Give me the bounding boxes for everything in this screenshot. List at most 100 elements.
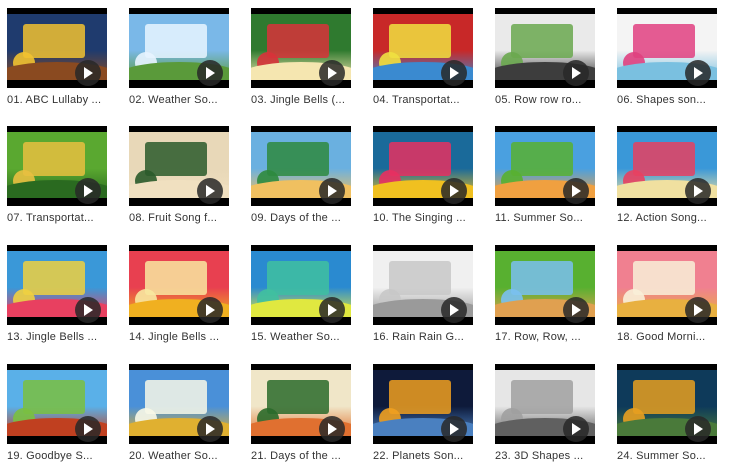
play-icon[interactable] <box>319 178 345 204</box>
video-title[interactable]: 24. Summer So... <box>617 450 725 462</box>
video-thumbnail[interactable] <box>129 126 229 206</box>
video-thumbnail[interactable] <box>251 126 351 206</box>
video-thumbnail[interactable] <box>129 245 229 325</box>
video-tile[interactable]: 11. Summer So... <box>495 126 595 231</box>
video-thumbnail[interactable] <box>7 245 107 325</box>
video-tile[interactable]: 21. Days of the ... <box>251 364 351 469</box>
video-title[interactable]: 17. Row, Row, ... <box>495 331 603 343</box>
video-title[interactable]: 07. Transportat... <box>7 212 115 224</box>
video-tile[interactable]: 08. Fruit Song f... <box>129 126 229 231</box>
video-title[interactable]: 20. Weather So... <box>129 450 237 462</box>
video-tile[interactable]: 16. Rain Rain G... <box>373 245 473 350</box>
video-title[interactable]: 11. Summer So... <box>495 212 603 224</box>
video-title[interactable]: 05. Row row ro... <box>495 94 603 106</box>
play-icon[interactable] <box>197 60 223 86</box>
video-tile[interactable]: 05. Row row ro... <box>495 8 595 113</box>
video-tile[interactable]: 22. Planets Son... <box>373 364 473 469</box>
video-tile[interactable]: 15. Weather So... <box>251 245 351 350</box>
video-tile[interactable]: 07. Transportat... <box>7 126 107 231</box>
play-icon[interactable] <box>75 178 101 204</box>
video-thumbnail[interactable] <box>251 8 351 88</box>
play-icon[interactable] <box>563 416 589 442</box>
video-thumbnail[interactable] <box>495 364 595 444</box>
video-title[interactable]: 13. Jingle Bells ... <box>7 331 115 343</box>
video-tile[interactable]: 18. Good Morni... <box>617 245 717 350</box>
video-thumbnail[interactable] <box>617 364 717 444</box>
video-tile[interactable]: 09. Days of the ... <box>251 126 351 231</box>
video-tile[interactable]: 24. Summer So... <box>617 364 717 469</box>
play-icon[interactable] <box>685 178 711 204</box>
thumbnail-scene-panel <box>145 142 207 176</box>
video-thumbnail[interactable] <box>617 126 717 206</box>
video-title[interactable]: 08. Fruit Song f... <box>129 212 237 224</box>
video-title[interactable]: 19. Goodbye S... <box>7 450 115 462</box>
video-title[interactable]: 03. Jingle Bells (... <box>251 94 359 106</box>
video-title[interactable]: 23. 3D Shapes ... <box>495 450 603 462</box>
play-icon[interactable] <box>75 416 101 442</box>
video-title[interactable]: 04. Transportat... <box>373 94 481 106</box>
video-title[interactable]: 12. Action Song... <box>617 212 725 224</box>
video-tile[interactable]: 03. Jingle Bells (... <box>251 8 351 113</box>
video-thumbnail[interactable] <box>495 126 595 206</box>
play-icon[interactable] <box>685 60 711 86</box>
play-icon[interactable] <box>75 60 101 86</box>
video-tile[interactable]: 02. Weather So... <box>129 8 229 113</box>
thumbnail-scene-panel <box>267 142 329 176</box>
play-icon[interactable] <box>319 60 345 86</box>
video-title[interactable]: 01. ABC Lullaby ... <box>7 94 115 106</box>
video-thumbnail[interactable] <box>7 364 107 444</box>
video-tile[interactable]: 17. Row, Row, ... <box>495 245 595 350</box>
play-icon[interactable] <box>75 297 101 323</box>
play-icon[interactable] <box>441 178 467 204</box>
video-tile[interactable]: 14. Jingle Bells ... <box>129 245 229 350</box>
video-tile[interactable]: 01. ABC Lullaby ... <box>7 8 107 113</box>
video-title[interactable]: 10. The Singing ... <box>373 212 481 224</box>
video-thumbnail[interactable] <box>373 8 473 88</box>
video-title[interactable]: 22. Planets Son... <box>373 450 481 462</box>
video-tile[interactable]: 10. The Singing ... <box>373 126 473 231</box>
play-icon[interactable] <box>563 60 589 86</box>
video-thumbnail[interactable] <box>251 245 351 325</box>
video-thumbnail[interactable] <box>251 364 351 444</box>
video-tile[interactable]: 12. Action Song... <box>617 126 717 231</box>
video-thumbnail[interactable] <box>495 8 595 88</box>
video-thumbnail[interactable] <box>495 245 595 325</box>
video-tile[interactable]: 06. Shapes son... <box>617 8 717 113</box>
play-icon[interactable] <box>319 416 345 442</box>
video-title[interactable]: 14. Jingle Bells ... <box>129 331 237 343</box>
video-thumbnail[interactable] <box>617 8 717 88</box>
play-icon[interactable] <box>441 416 467 442</box>
video-tile[interactable]: 04. Transportat... <box>373 8 473 113</box>
video-thumbnail[interactable] <box>129 8 229 88</box>
video-title[interactable]: 15. Weather So... <box>251 331 359 343</box>
video-tile[interactable]: 20. Weather So... <box>129 364 229 469</box>
video-thumbnail[interactable] <box>7 8 107 88</box>
video-tile[interactable]: 13. Jingle Bells ... <box>7 245 107 350</box>
video-thumbnail[interactable] <box>129 364 229 444</box>
play-icon[interactable] <box>441 60 467 86</box>
video-tile[interactable]: 19. Goodbye S... <box>7 364 107 469</box>
video-thumbnail[interactable] <box>373 364 473 444</box>
play-icon[interactable] <box>563 178 589 204</box>
play-icon[interactable] <box>319 297 345 323</box>
video-title[interactable]: 18. Good Morni... <box>617 331 725 343</box>
video-title[interactable]: 09. Days of the ... <box>251 212 359 224</box>
play-icon[interactable] <box>685 416 711 442</box>
play-icon[interactable] <box>441 297 467 323</box>
thumbnail-scene-panel <box>389 142 451 176</box>
thumbnail-scene-panel <box>389 24 451 58</box>
video-tile[interactable]: 23. 3D Shapes ... <box>495 364 595 469</box>
video-thumbnail[interactable] <box>373 126 473 206</box>
video-thumbnail[interactable] <box>7 126 107 206</box>
play-icon[interactable] <box>197 297 223 323</box>
video-thumbnail[interactable] <box>373 245 473 325</box>
video-title[interactable]: 06. Shapes son... <box>617 94 725 106</box>
play-icon[interactable] <box>685 297 711 323</box>
play-icon[interactable] <box>197 416 223 442</box>
play-icon[interactable] <box>563 297 589 323</box>
video-thumbnail[interactable] <box>617 245 717 325</box>
video-title[interactable]: 16. Rain Rain G... <box>373 331 481 343</box>
video-title[interactable]: 02. Weather So... <box>129 94 237 106</box>
play-icon[interactable] <box>197 178 223 204</box>
video-title[interactable]: 21. Days of the ... <box>251 450 359 462</box>
